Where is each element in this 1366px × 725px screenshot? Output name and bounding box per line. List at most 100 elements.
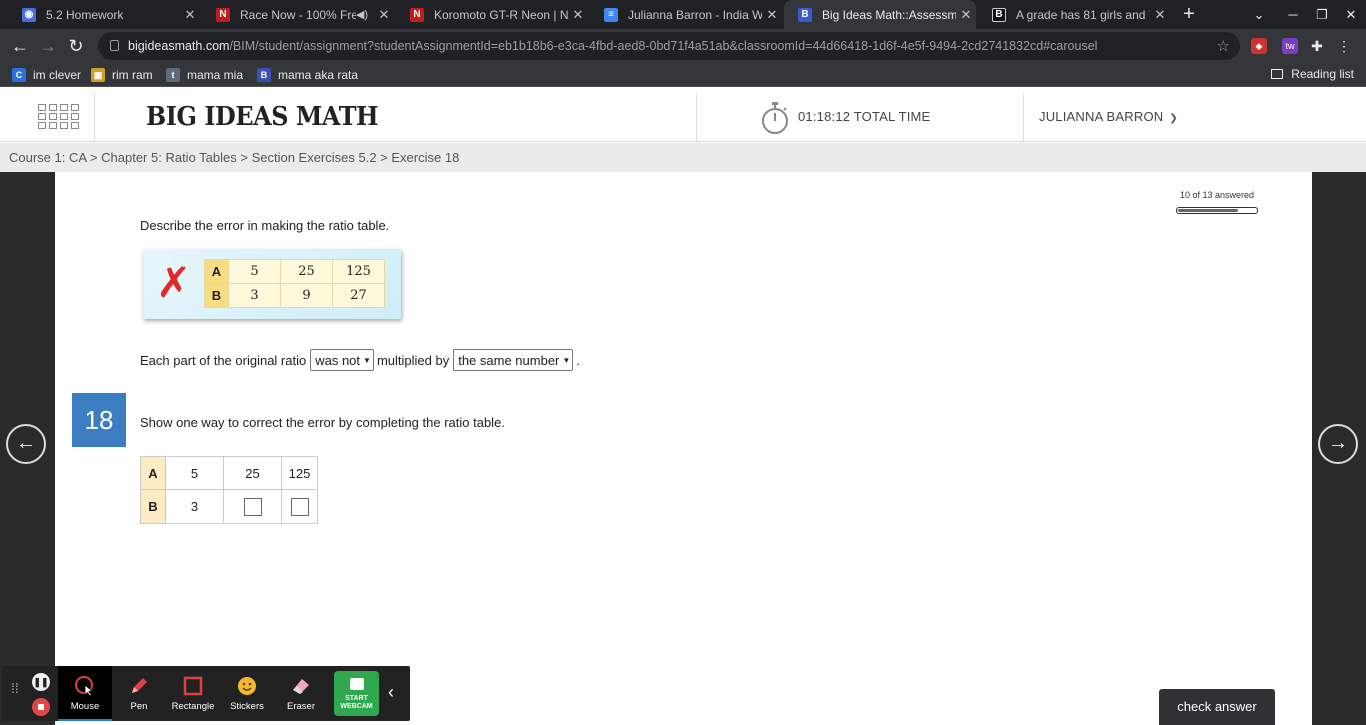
smiley-icon (220, 674, 274, 698)
sentence-text: multiplied by (376, 352, 450, 368)
rectangle-tool[interactable]: Rectangle (166, 666, 220, 721)
bookmark-mama-aka-rata[interactable]: B mama aka rata (257, 67, 358, 83)
was-not-select[interactable]: was not ▼ (310, 349, 374, 371)
tab-docs[interactable]: ≡ Julianna Barron - India Wra ✕ (590, 0, 782, 29)
tab-race-now[interactable]: N Race Now - 100% Free | ◀) ✕ (202, 0, 394, 29)
eraser-icon (274, 674, 328, 698)
close-icon[interactable]: ✕ (374, 7, 394, 23)
tab-koromoto[interactable]: N Koromoto GT-R Neon | Nitr ✕ (396, 0, 588, 29)
table-cell: 125 (281, 456, 318, 490)
app-menu-button[interactable] (0, 93, 95, 142)
sentence-text: Each part of the original ratio (140, 352, 307, 368)
close-icon[interactable]: ✕ (956, 7, 976, 23)
part-18-prompt: Show one way to correct the error by com… (140, 415, 505, 430)
table-cell: 25 (280, 259, 333, 284)
mouse-tool[interactable]: Mouse (58, 666, 112, 721)
fill-in-sentence: Each part of the original ratio was not ▼… (140, 349, 580, 371)
right-rail: → (1312, 172, 1366, 725)
rectangle-icon (166, 674, 220, 698)
back-button[interactable]: ← (8, 34, 32, 58)
google-docs-icon: ≡ (604, 7, 618, 22)
answer-ratio-table: A 5 25 125 B 3 (140, 456, 318, 524)
bookmarks-bar: C im clever ▣ rim ram t mama mia B mama … (0, 63, 1366, 87)
answer-cell (281, 489, 318, 524)
drag-handle-icon[interactable]: ⁞⁞ (11, 681, 19, 695)
tumblr-icon: t (166, 68, 180, 82)
progress-bar (1176, 207, 1258, 214)
annotation-toolbar: ⁞⁞ ❚❚ Mouse Pen Rectangle Stickers Erase… (2, 666, 410, 721)
eraser-tool[interactable]: Eraser (274, 666, 328, 721)
reading-list-icon (1271, 69, 1284, 79)
nitro-type-icon: N (216, 7, 230, 22)
close-icon[interactable]: ✕ (180, 7, 200, 23)
bookmark-label: mama aka rata (278, 68, 359, 82)
address-bar[interactable]: bigideasmath.com/BIM/student/assignment?… (98, 32, 1240, 60)
close-icon[interactable]: ✕ (568, 7, 588, 23)
previous-arrow-icon[interactable]: ← (6, 424, 46, 464)
webcam-label: START WEBCAM (340, 695, 373, 710)
chevron-down-icon: ▼ (562, 355, 571, 365)
close-icon[interactable]: ✕ (762, 7, 782, 23)
breadcrumb[interactable]: Course 1: CA > Chapter 5: Ratio Tables >… (9, 150, 459, 165)
next-arrow-icon[interactable]: → (1318, 424, 1358, 464)
app-logo: BIG IDEAS MATH (146, 102, 379, 132)
url-text: bigideasmath.com/BIM/student/assignment?… (128, 39, 1098, 53)
minimize-button[interactable]: ─ (1278, 0, 1308, 29)
puzzle-icon[interactable]: ✚ (1309, 38, 1325, 54)
webcam-icon (350, 678, 364, 690)
tab-big-ideas-math[interactable]: B Big Ideas Math::Assessment ✕ (784, 0, 976, 29)
extension-icon[interactable]: ◆ (1251, 38, 1267, 54)
user-menu[interactable]: JULIANNA BARRON ❯ (1039, 109, 1178, 124)
collapse-chevron-icon[interactable]: ‹ (388, 682, 394, 703)
answer-input-b3[interactable] (290, 497, 309, 516)
same-number-select[interactable]: the same number ▼ (453, 349, 574, 371)
stop-icon[interactable] (32, 698, 50, 716)
error-ratio-table-image: ✗ A 5 25 125 B 3 9 27 (143, 249, 401, 319)
answer-input-b2[interactable] (243, 497, 262, 516)
big-ideas-icon: B (798, 7, 812, 22)
new-tab-button[interactable]: + (1178, 3, 1200, 25)
menu-icon[interactable]: ⋮ (1336, 38, 1352, 54)
question-panel: 10 of 13 answered Describe the error in … (72, 172, 1294, 725)
tab-title: Race Now - 100% Free | (240, 7, 356, 22)
tool-label: Mouse (70, 701, 100, 712)
tab-homework[interactable]: ◉ 5.2 Homework ✕ (8, 0, 200, 29)
bookmark-star-icon[interactable]: ☆ (1217, 37, 1230, 55)
user-icon: ◉ (22, 7, 36, 22)
question-prompt: Describe the error in making the ratio t… (140, 218, 390, 233)
sentence-text: . (576, 352, 580, 368)
tab-search-icon[interactable]: ⌄ (1244, 0, 1274, 29)
error-x-icon: ✗ (156, 258, 192, 307)
stickers-tool[interactable]: Stickers (220, 666, 274, 721)
bookmark-im-clever[interactable]: C im clever (12, 67, 81, 83)
reading-list-button[interactable]: Reading list (1271, 67, 1354, 81)
check-answer-button[interactable]: check answer (1159, 689, 1275, 725)
tab-brainly[interactable]: B A grade has 81 girls and 72 ✕ (978, 0, 1170, 29)
tool-label: Rectangle (171, 701, 215, 712)
bookmark-mama-mia[interactable]: t mama mia (166, 67, 243, 83)
speaker-icon[interactable]: ◀) (356, 8, 368, 21)
pause-icon[interactable]: ❚❚ (32, 673, 50, 691)
extension-icon[interactable]: tw (1282, 38, 1298, 54)
table-cell: 27 (332, 283, 385, 308)
timer: 01:18:12 TOTAL TIME (696, 93, 1024, 142)
table-cell: 3 (228, 283, 281, 308)
image-icon: ▣ (91, 68, 105, 82)
stopwatch-icon (762, 102, 788, 134)
close-icon[interactable]: ✕ (1150, 7, 1170, 23)
reload-button[interactable]: ↻ (64, 34, 88, 58)
bookmark-rim-ram[interactable]: ▣ rim ram (91, 67, 153, 83)
tab-title: Julianna Barron - India Wra (628, 7, 762, 22)
tab-title: A grade has 81 girls and 72 (1016, 7, 1150, 22)
close-window-button[interactable]: ✕ (1336, 0, 1366, 29)
table-cell: 25 (223, 456, 282, 490)
nitro-type-icon: N (410, 7, 424, 22)
pen-tool[interactable]: Pen (112, 666, 166, 721)
start-webcam-button[interactable]: START WEBCAM (334, 671, 379, 716)
restore-button[interactable]: ❐ (1307, 0, 1337, 29)
progress-fill (1178, 209, 1238, 212)
forward-button[interactable]: → (36, 34, 60, 58)
question-number: 18 (72, 393, 126, 447)
grid-icon (38, 104, 79, 130)
progress-label: 10 of 13 answered (1180, 190, 1255, 200)
